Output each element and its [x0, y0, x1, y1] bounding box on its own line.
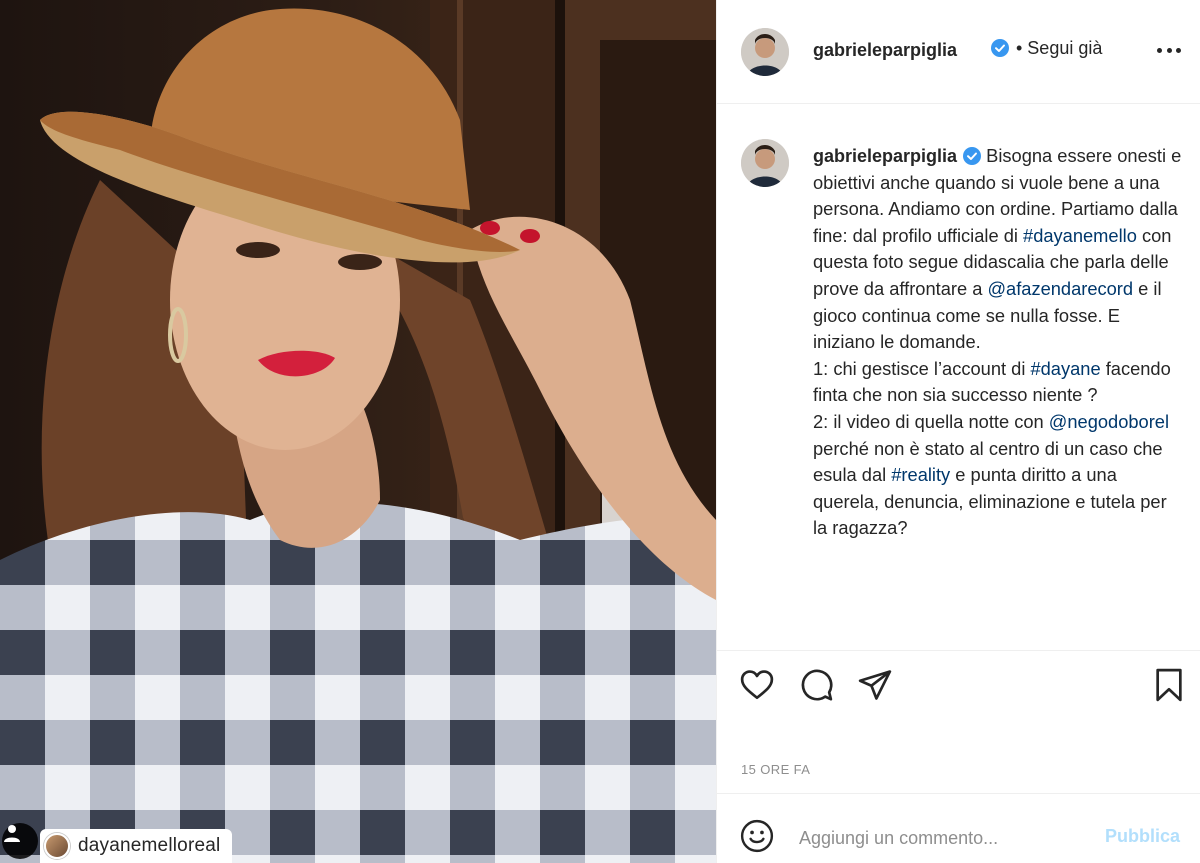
caption-author-avatar[interactable]	[741, 139, 789, 187]
person-icon	[4, 825, 20, 842]
like-button[interactable]	[739, 667, 775, 703]
dot	[1166, 48, 1172, 53]
caption-segment: 2: il video di quella notte con	[813, 410, 1049, 432]
post-timestamp: 15 ORE FA	[741, 762, 811, 777]
comment-button[interactable]	[799, 667, 835, 703]
share-button[interactable]	[857, 667, 893, 703]
caption-segment: 1: chi gestisce l’account di	[813, 357, 1031, 379]
bookmark-icon	[1156, 668, 1182, 702]
emoji-button[interactable]	[739, 818, 775, 854]
dot	[1157, 48, 1162, 53]
verified-badge-icon	[963, 147, 982, 165]
post-header: gabrieleparpiglia • Segui già	[717, 0, 1200, 104]
comment-icon	[801, 669, 833, 701]
smiley-icon	[740, 819, 774, 853]
verified-badge-wrap	[985, 39, 1009, 59]
caption-avatar-image	[741, 139, 789, 187]
post-caption: gabrieleparpiglia Bisogna essere onesti …	[717, 105, 1200, 650]
dot	[1176, 48, 1181, 53]
post-image	[0, 0, 716, 863]
comment-input[interactable]	[799, 824, 1089, 852]
more-options-icon[interactable]	[1157, 48, 1181, 56]
author-avatar-image	[741, 28, 789, 76]
caption-text: gabrieleparpiglia Bisogna essere onesti …	[813, 143, 1185, 542]
follow-status[interactable]: • Segui già	[1016, 38, 1102, 59]
save-button[interactable]	[1151, 667, 1187, 703]
caption-link[interactable]: #dayane	[1030, 358, 1100, 379]
author-username[interactable]: gabrieleparpiglia	[813, 40, 957, 61]
verified-badge-icon	[991, 39, 1009, 57]
caption-link[interactable]: @negodoborel	[1049, 411, 1169, 432]
post-photo[interactable]: dayanemelloreal	[0, 0, 716, 863]
heart-icon	[740, 670, 774, 700]
tagged-user-label[interactable]: dayanemelloreal	[40, 829, 233, 863]
post-comment-button[interactable]: Pubblica	[1105, 826, 1180, 847]
caption-body: Bisogna essere onesti e obiettivi anche …	[813, 145, 1181, 538]
action-bar	[717, 650, 1200, 720]
caption-link[interactable]: @afazendarecord	[987, 278, 1133, 299]
caption-username[interactable]: gabrieleparpiglia	[813, 146, 957, 166]
tagged-users-icon[interactable]	[2, 823, 38, 859]
caption-link[interactable]: #dayanemello	[1023, 225, 1137, 246]
author-avatar[interactable]	[741, 28, 789, 76]
comment-bar: Pubblica	[717, 793, 1200, 863]
tagged-user-avatar	[44, 833, 70, 859]
tagged-username: dayanemelloreal	[78, 835, 221, 856]
caption-link[interactable]: #reality	[891, 464, 950, 485]
share-icon	[858, 670, 892, 700]
post-side-panel: gabrieleparpiglia • Segui già gabrielepa…	[716, 0, 1200, 863]
